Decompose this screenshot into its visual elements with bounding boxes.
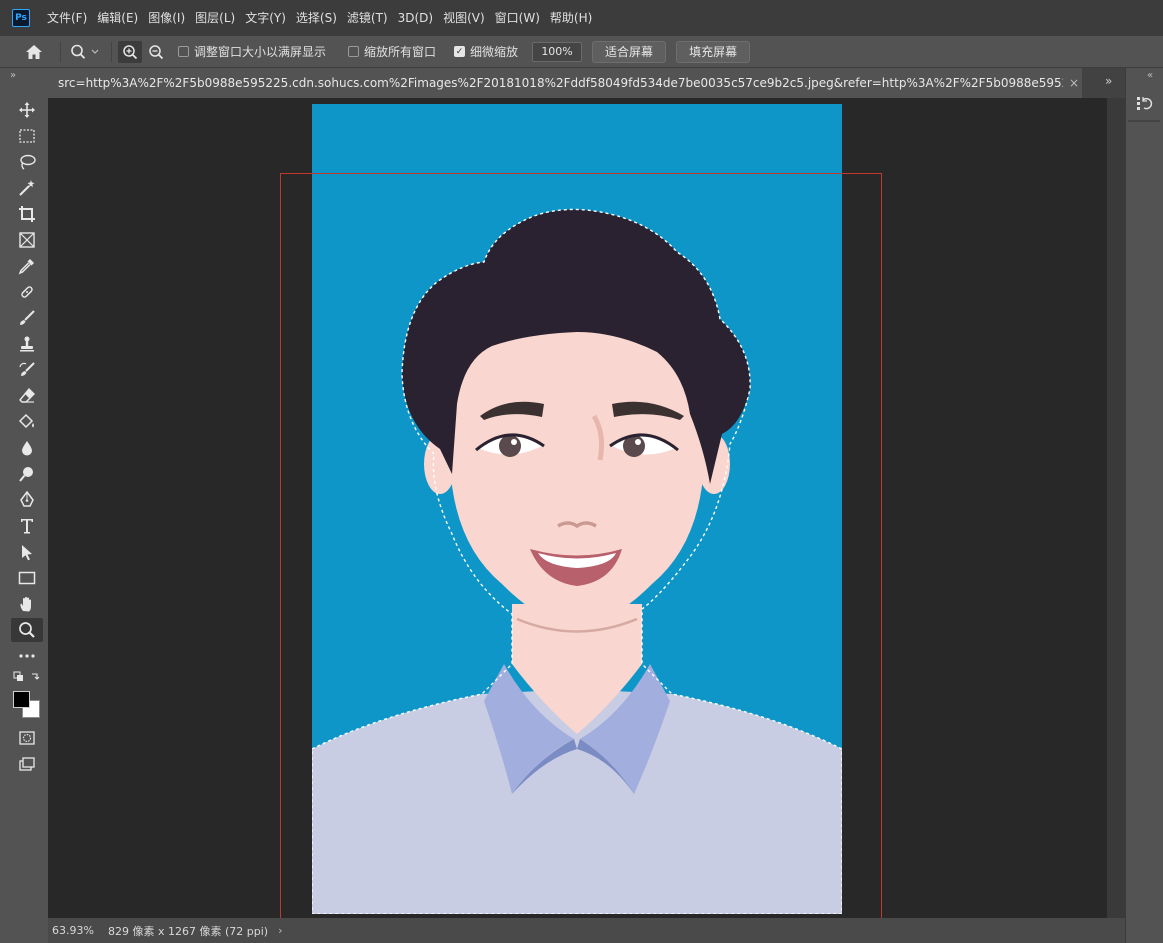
more-tools-icon[interactable] [11,644,43,668]
collapse-panels-icon[interactable]: « [1147,70,1153,81]
zoom-tool-icon[interactable] [11,618,43,642]
resize-windows-label: 调整窗口大小以满屏显示 [194,45,327,59]
zoom-level[interactable]: 63.93% [48,924,104,937]
rectangle-icon[interactable] [11,566,43,590]
menu-filter[interactable]: 滤镜(T) [342,0,393,36]
menu-image[interactable]: 图像(I) [143,0,190,36]
zoom-all-windows-label: 缩放所有窗口 [364,45,437,59]
dodge-icon[interactable] [11,462,43,486]
separator [60,41,61,62]
history-brush-icon[interactable] [11,358,43,382]
home-icon[interactable] [14,41,54,63]
brush-icon[interactable] [11,306,43,330]
checkbox-unchecked[interactable] [178,46,189,57]
swap-colors-icon[interactable] [11,668,43,686]
options-bar: 调整窗口大小以满屏显示 缩放所有窗口 ✓ 细微缩放 100% 适合屏幕 填充屏幕 [0,36,1163,68]
document-tab-bar: src=http%3A%2F%2F5b0988e595225.cdn.sohuc… [48,68,1125,98]
menu-edit[interactable]: 编辑(E) [92,0,143,36]
document-dimensions: 829 像素 x 1267 像素 (72 ppi) [108,924,269,938]
close-tab-icon[interactable]: × [1069,76,1079,90]
zoom-tool-preset-picker[interactable] [67,41,105,63]
menu-view[interactable]: 视图(V) [438,0,490,36]
rectangular-marquee-icon[interactable] [11,124,43,148]
menu-type[interactable]: 文字(Y) [240,0,291,36]
menu-select[interactable]: 选择(S) [291,0,342,36]
healing-brush-icon[interactable] [11,280,43,304]
zoom-all-windows-checkbox[interactable]: 缩放所有窗口 [348,43,436,60]
pen-icon[interactable] [11,488,43,512]
portrait-image[interactable] [312,104,842,914]
type-icon[interactable] [11,514,43,538]
quick-mask-icon[interactable] [11,726,43,750]
paint-bucket-icon[interactable] [11,410,43,434]
history-panel-icon[interactable] [1133,92,1155,114]
document-tab-title[interactable]: src=http%3A%2F%2F5b0988e595225.cdn.sohuc… [58,76,1063,90]
menu-layer[interactable]: 图层(L) [190,0,240,36]
collapse-toolbar-icon[interactable]: » [10,70,16,81]
crop-icon[interactable] [11,202,43,226]
menu-bar: Ps 文件(F) 编辑(E) 图像(I) 图层(L) 文字(Y) 选择(S) 滤… [0,0,1163,36]
panel-dock [1125,68,1163,943]
status-menu-arrow-icon[interactable]: › [278,924,282,937]
scrubby-zoom-label: 细微缩放 [470,45,519,59]
expand-panels-icon[interactable]: » [1105,74,1112,88]
clone-stamp-icon[interactable] [11,332,43,356]
screen-mode-icon[interactable] [11,752,43,776]
path-selection-icon[interactable] [11,540,43,564]
separator [111,41,112,62]
fit-screen-button[interactable]: 适合屏幕 [592,40,667,63]
lasso-icon[interactable] [11,150,43,174]
status-bar: 63.93% 829 像素 x 1267 像素 (72 ppi) › [48,918,1125,943]
eyedropper-icon[interactable] [11,254,43,278]
resize-windows-checkbox[interactable]: 调整窗口大小以满屏显示 [178,43,326,60]
vertical-scrollbar[interactable] [1107,98,1125,918]
zoom-out-icon[interactable] [142,41,170,63]
menu-file[interactable]: 文件(F) [42,0,92,36]
left-iris [499,435,521,457]
menu-window[interactable]: 窗口(W) [490,0,545,36]
panel-divider [1128,120,1160,122]
document-canvas[interactable] [48,98,1107,918]
zoom-percent-field[interactable]: 100% [532,41,583,62]
move-tool-icon[interactable] [11,98,43,122]
frame-icon[interactable] [11,228,43,252]
document-tab[interactable]: src=http%3A%2F%2F5b0988e595225.cdn.sohuc… [48,68,1082,98]
fill-screen-button[interactable]: 填充屏幕 [676,40,751,63]
blur-icon[interactable] [11,436,43,460]
scrubby-zoom-checkbox[interactable]: ✓ 细微缩放 [454,43,518,60]
checkbox-unchecked[interactable] [348,46,360,57]
eraser-icon[interactable] [11,384,43,408]
zoom-in-icon[interactable] [118,40,142,63]
menu-3d[interactable]: 3D(D) [393,0,438,36]
menu-help[interactable]: 帮助(H) [545,0,597,36]
checkbox-checked[interactable]: ✓ [454,46,466,57]
right-eye-highlight [635,439,641,445]
hand-icon[interactable] [11,592,43,616]
magic-wand-icon[interactable] [11,176,43,200]
photoshop-logo-icon: Ps [12,9,30,27]
left-eye-highlight [511,439,517,445]
foreground-color-swatch[interactable] [13,691,30,708]
